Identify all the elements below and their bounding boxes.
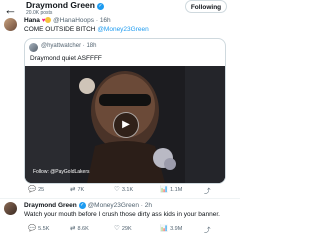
play-icon[interactable]: ▶ [113,112,139,138]
author-handle: @hyattwatcher [41,43,82,49]
following-button[interactable]: Following [185,0,227,13]
video-caption: Follow: @PayGoldLakers [33,169,90,175]
share-icon: ⤴ [204,227,211,234]
video-player[interactable]: ▶ Follow: @PayGoldLakers [25,66,225,183]
post-time: · 16h [95,17,111,24]
back-arrow-icon[interactable]: ← [4,3,18,17]
post-text: Watch your mouth before I crush those di… [24,211,220,218]
divider [0,198,240,199]
views-icon: 📊 [160,225,169,232]
verified-badge-icon: ✓ [78,202,86,209]
post-header: Draymond Green ✓ @Money23Green · 2h [24,202,152,209]
repost-button[interactable]: ⇄ 8.6K [70,224,89,232]
like-icon: ♡ [114,186,120,193]
avatar[interactable] [4,18,17,31]
repost-icon: ⇄ [70,225,76,232]
smiley-emoji-icon [45,17,52,23]
mention-link[interactable]: @Money23Green [97,26,148,33]
repost-icon: ⇄ [70,186,76,193]
views-icon: 📊 [160,186,169,193]
like-button[interactable]: ♡ 3.1K [114,185,133,193]
profile-name: Draymond Green ✓ [26,0,104,10]
reply-button[interactable]: 💬 5.5K [28,224,49,232]
post-text: COME OUTSIDE BITCH @Money23Green [24,26,149,33]
reply-button[interactable]: 💬 25 [28,185,44,193]
reply-icon: 💬 [28,225,37,232]
repost-button[interactable]: ⇄ 7K [70,185,84,193]
quoted-post[interactable]: @hyattwatcher · 18h Draymond quiet ASFFF… [24,38,226,184]
post-count: 20.0K posts [26,10,53,16]
post-time: · 18h [82,43,97,49]
verified-badge-icon: ✓ [96,3,104,10]
share-icon: ⤴ [204,188,211,195]
like-icon: ♡ [114,225,120,232]
author-name[interactable]: Hana [24,17,40,24]
like-button[interactable]: ♡ 29K [114,224,132,232]
share-button[interactable]: ⤴ [204,224,213,234]
post-time: · 2h [140,202,152,209]
author-handle[interactable]: @HanaHoops [53,17,94,24]
avatar [29,43,38,52]
share-button[interactable]: ⤴ [204,185,213,195]
author-name[interactable]: Draymond Green [24,202,77,209]
post-header: Hana ♥ @HanaHoops · 16h [24,17,111,24]
reply-icon: 💬 [28,186,37,193]
views-button[interactable]: 📊 3.9M [160,224,182,232]
author-handle[interactable]: @Money23Green [88,202,139,209]
views-button[interactable]: 📊 1.1M [160,185,182,193]
avatar[interactable] [4,202,17,215]
quoted-post-header: @hyattwatcher · 18h [41,43,96,49]
quoted-post-text: Draymond quiet ASFFFF [30,55,102,62]
